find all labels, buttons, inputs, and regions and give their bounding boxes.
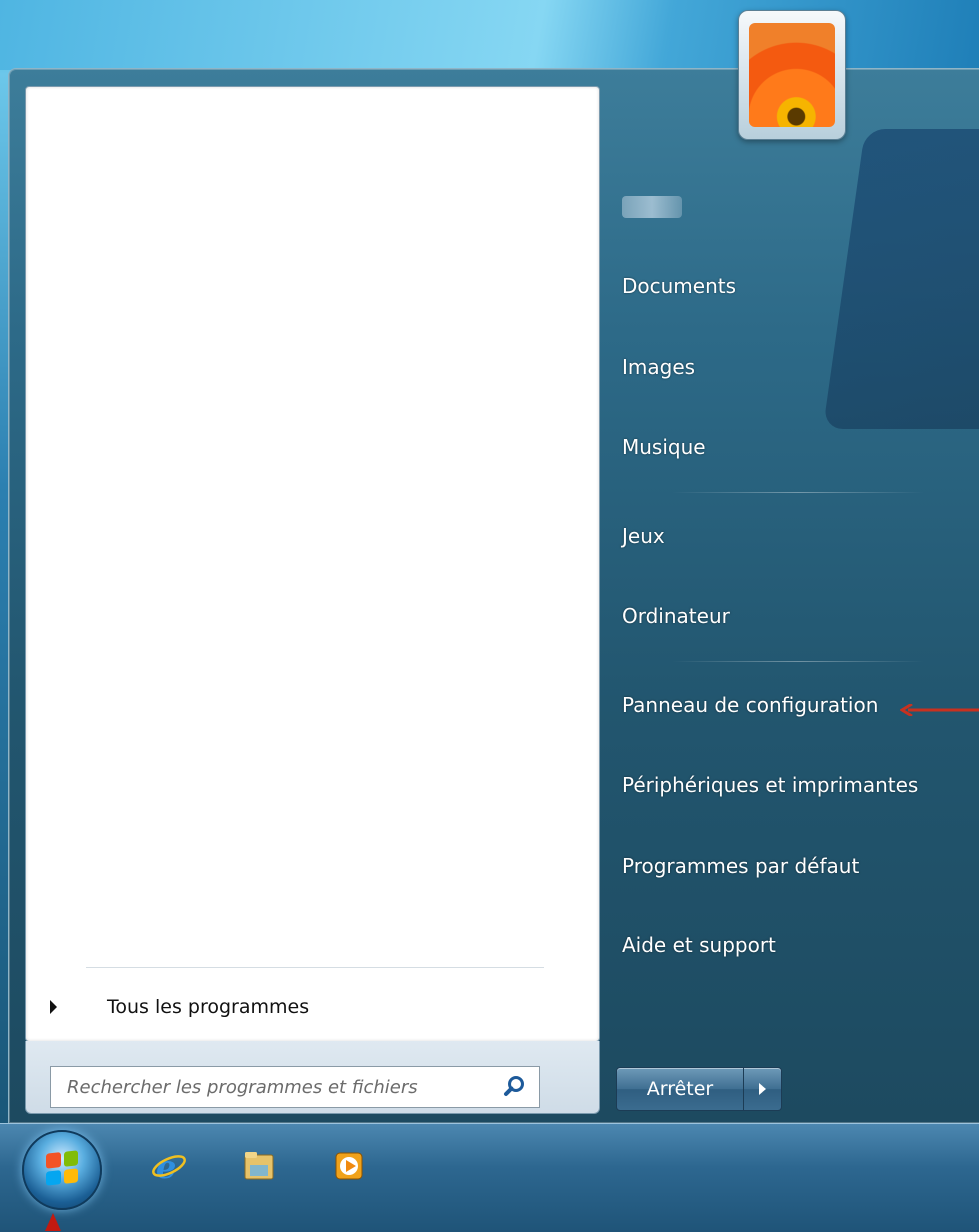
svg-text:e: e bbox=[156, 1148, 176, 1185]
menu-item-games[interactable]: Jeux bbox=[622, 516, 962, 556]
menu-item-help-support[interactable]: Aide et support bbox=[622, 925, 962, 965]
menu-item-label: Documents bbox=[622, 274, 737, 298]
menu-item-label: Ordinateur bbox=[622, 604, 730, 628]
menu-item-label: Programmes par défaut bbox=[622, 854, 860, 878]
search-area bbox=[25, 1041, 600, 1114]
search-icon[interactable] bbox=[497, 1070, 531, 1104]
taskbar bbox=[0, 1123, 979, 1232]
all-programs-label: Tous les programmes bbox=[107, 996, 310, 1018]
flower-avatar-icon bbox=[749, 23, 835, 127]
internet-explorer-icon[interactable]: e bbox=[150, 1147, 188, 1185]
annotation-arrow-icon bbox=[900, 704, 979, 716]
menu-item-label: Jeux bbox=[622, 524, 665, 548]
shutdown-options-button[interactable] bbox=[744, 1067, 782, 1111]
shutdown-group: Arrêter bbox=[616, 1067, 782, 1111]
pane-divider bbox=[86, 967, 544, 968]
menu-item-label: Images bbox=[622, 355, 696, 379]
menu-item-documents[interactable]: Documents bbox=[622, 266, 962, 306]
menu-item-label: Périphériques et imprimantes bbox=[622, 773, 919, 797]
media-player-icon[interactable] bbox=[330, 1147, 368, 1185]
menu-separator bbox=[672, 661, 924, 662]
chevron-right-icon bbox=[50, 1000, 57, 1014]
menu-item-devices-printers[interactable]: Périphériques et imprimantes bbox=[622, 765, 962, 805]
windows-flag-icon bbox=[46, 1150, 78, 1186]
chevron-right-icon bbox=[759, 1083, 766, 1095]
menu-item-images[interactable]: Images bbox=[622, 347, 962, 387]
menu-item-computer[interactable]: Ordinateur bbox=[622, 596, 962, 636]
menu-separator bbox=[672, 492, 924, 493]
annotation-pointer-icon bbox=[45, 1213, 61, 1231]
menu-item-music[interactable]: Musique bbox=[622, 427, 962, 467]
shutdown-button[interactable]: Arrêter bbox=[616, 1067, 744, 1111]
programs-pane: Tous les programmes bbox=[25, 86, 600, 1042]
windows-start-icon[interactable] bbox=[22, 1130, 102, 1210]
user-avatar[interactable] bbox=[738, 10, 846, 140]
menu-item-label: Musique bbox=[622, 435, 706, 459]
search-input[interactable] bbox=[51, 1066, 497, 1108]
search-box[interactable] bbox=[50, 1066, 540, 1108]
file-explorer-icon[interactable] bbox=[240, 1147, 278, 1185]
menu-item-label: Aide et support bbox=[622, 933, 776, 957]
username-redacted bbox=[622, 196, 682, 218]
menu-item-default-programs[interactable]: Programmes par défaut bbox=[622, 846, 962, 886]
all-programs-button[interactable]: Tous les programmes bbox=[38, 987, 578, 1027]
menu-item-label: Panneau de configuration bbox=[622, 693, 879, 717]
